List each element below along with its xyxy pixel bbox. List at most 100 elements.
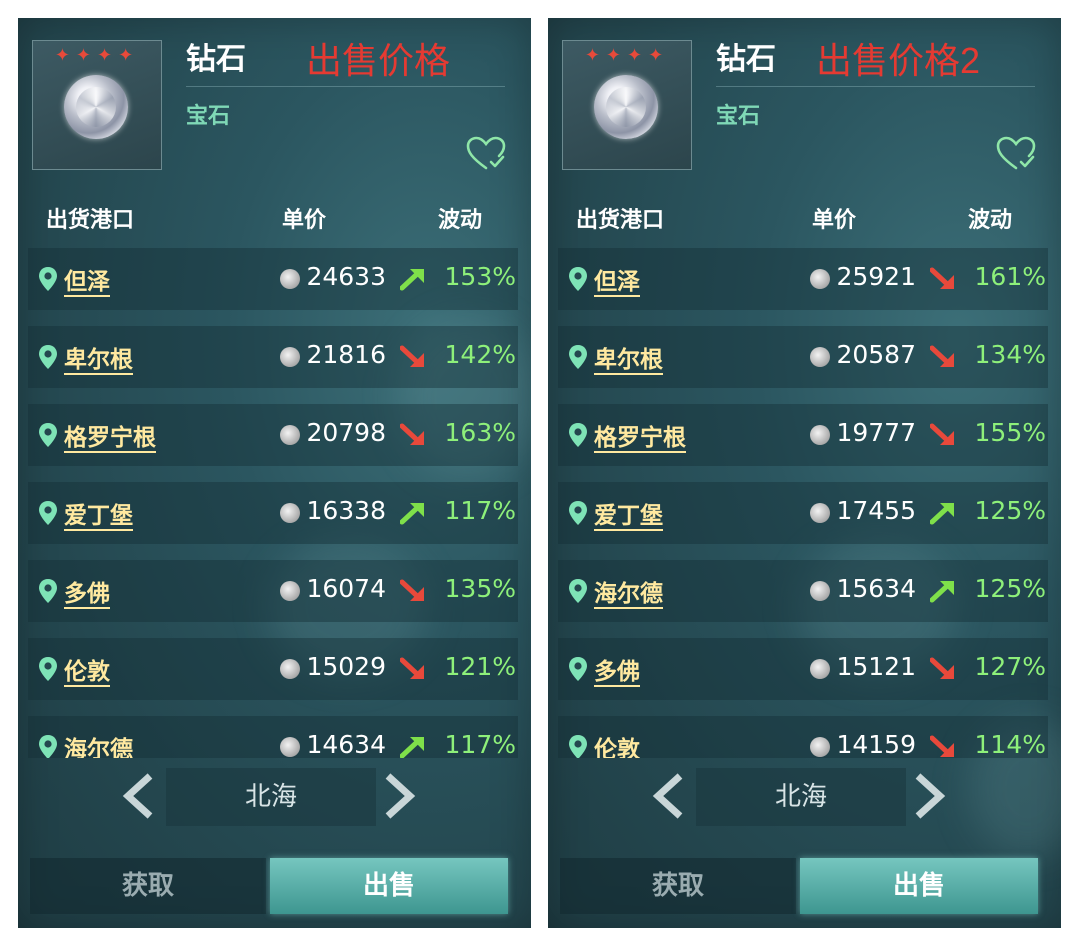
coin-icon bbox=[810, 347, 830, 367]
coin-icon bbox=[280, 269, 300, 289]
port-name-link[interactable]: 海尔德 bbox=[594, 574, 663, 608]
location-pin-icon bbox=[569, 423, 587, 447]
port-name-link[interactable]: 格罗宁根 bbox=[594, 418, 686, 452]
coin-icon bbox=[280, 737, 300, 757]
column-headers: 出货港口 单价 波动 bbox=[548, 202, 1061, 233]
header-price: 单价 bbox=[282, 208, 327, 233]
unit-price: 15634 bbox=[836, 574, 916, 603]
chevron-right-icon[interactable] bbox=[380, 772, 420, 820]
unit-price: 24633 bbox=[306, 262, 386, 291]
unit-price: 16074 bbox=[306, 574, 386, 603]
location-pin-icon bbox=[569, 267, 587, 291]
port-row[interactable]: 海尔德 14634 117% bbox=[28, 716, 518, 758]
port-row[interactable]: 但泽 25921 161% bbox=[558, 248, 1048, 310]
port-name-link[interactable]: 爱丁堡 bbox=[594, 496, 663, 530]
location-pin-icon bbox=[569, 657, 587, 681]
trend-down-icon bbox=[400, 657, 424, 679]
port-name-link[interactable]: 卑尔根 bbox=[64, 340, 133, 374]
diamond-icon bbox=[64, 75, 128, 139]
port-row[interactable]: 多佛 15121 127% bbox=[558, 638, 1048, 700]
price-change: 114% bbox=[974, 730, 1046, 758]
price-change: 127% bbox=[974, 652, 1046, 681]
port-name-link[interactable]: 爱丁堡 bbox=[64, 496, 133, 530]
rarity-stars: ✦✦✦✦ bbox=[584, 45, 670, 66]
port-row[interactable]: 但泽 24633 153% bbox=[28, 248, 518, 310]
trend-down-icon bbox=[930, 735, 954, 757]
unit-price: 14159 bbox=[836, 730, 916, 758]
divider bbox=[716, 86, 1035, 87]
header-change: 波动 bbox=[438, 208, 483, 233]
price-change: 121% bbox=[444, 652, 516, 681]
port-row[interactable]: 海尔德 15634 125% bbox=[558, 560, 1048, 622]
header-port: 出货港口 bbox=[46, 208, 135, 233]
price-change: 134% bbox=[974, 340, 1046, 369]
tab-get[interactable]: 获取 bbox=[560, 858, 796, 914]
trend-down-icon bbox=[930, 345, 954, 367]
tab-get[interactable]: 获取 bbox=[30, 858, 266, 914]
port-name-link[interactable]: 格罗宁根 bbox=[64, 418, 156, 452]
unit-price: 25921 bbox=[836, 262, 916, 291]
region-name: 北海 bbox=[166, 768, 376, 826]
trend-up-icon bbox=[400, 737, 424, 758]
chevron-left-icon[interactable] bbox=[118, 772, 158, 820]
trend-up-icon bbox=[400, 503, 424, 525]
port-row[interactable]: 多佛 16074 135% bbox=[28, 560, 518, 622]
price-change: 142% bbox=[444, 340, 516, 369]
port-name-link[interactable]: 多佛 bbox=[594, 652, 640, 686]
port-row[interactable]: 伦敦 14159 114% bbox=[558, 716, 1048, 758]
port-row[interactable]: 伦敦 15029 121% bbox=[28, 638, 518, 700]
tab-sell[interactable]: 出售 bbox=[800, 858, 1038, 914]
location-pin-icon bbox=[39, 267, 57, 291]
item-name: 钻石 bbox=[716, 42, 776, 77]
trend-up-icon bbox=[400, 269, 424, 291]
rarity-stars: ✦✦✦✦ bbox=[54, 45, 140, 66]
coin-icon bbox=[810, 503, 830, 523]
item-thumbnail[interactable]: ✦✦✦✦ bbox=[562, 40, 692, 170]
coin-icon bbox=[280, 581, 300, 601]
coin-icon bbox=[810, 581, 830, 601]
port-name-link[interactable]: 多佛 bbox=[64, 574, 110, 608]
region-selector: 北海 bbox=[548, 766, 1061, 830]
port-price-list[interactable]: 但泽 25921 161% 卑尔根 20587 134% 格罗宁根 19777 155% 爱丁堡 1… bbox=[558, 248, 1048, 758]
item-name: 钻石 bbox=[186, 42, 246, 77]
port-row[interactable]: 爱丁堡 17455 125% bbox=[558, 482, 1048, 544]
unit-price: 20798 bbox=[306, 418, 386, 447]
trade-panel-left: ✦✦✦✦ 钻石 出售价格 宝石 出货港口 单价 波动 但泽 24633 153% 卑尔… bbox=[18, 18, 531, 928]
coin-icon bbox=[810, 425, 830, 445]
chevron-right-icon[interactable] bbox=[910, 772, 950, 820]
chevron-left-icon[interactable] bbox=[648, 772, 688, 820]
port-row[interactable]: 卑尔根 21816 142% bbox=[28, 326, 518, 388]
heart-check-icon[interactable] bbox=[996, 136, 1036, 172]
port-name-link[interactable]: 卑尔根 bbox=[594, 340, 663, 374]
coin-icon bbox=[810, 269, 830, 289]
column-headers: 出货港口 单价 波动 bbox=[18, 202, 531, 233]
coin-icon bbox=[280, 659, 300, 679]
overlay-label: 出售价格 bbox=[306, 40, 451, 81]
price-change: 117% bbox=[444, 730, 516, 758]
port-name-link[interactable]: 伦敦 bbox=[594, 730, 640, 758]
location-pin-icon bbox=[39, 501, 57, 525]
port-row[interactable]: 格罗宁根 20798 163% bbox=[28, 404, 518, 466]
port-name-link[interactable]: 但泽 bbox=[64, 262, 110, 296]
trend-down-icon bbox=[930, 267, 954, 289]
coin-icon bbox=[810, 737, 830, 757]
port-name-link[interactable]: 但泽 bbox=[594, 262, 640, 296]
port-name-link[interactable]: 伦敦 bbox=[64, 652, 110, 686]
price-change: 153% bbox=[444, 262, 516, 291]
unit-price: 19777 bbox=[836, 418, 916, 447]
tab-sell[interactable]: 出售 bbox=[270, 858, 508, 914]
location-pin-icon bbox=[569, 579, 587, 603]
trend-down-icon bbox=[400, 345, 424, 367]
heart-check-icon[interactable] bbox=[466, 136, 506, 172]
trend-up-icon bbox=[930, 581, 954, 603]
port-name-link[interactable]: 海尔德 bbox=[64, 730, 133, 758]
port-price-list[interactable]: 但泽 24633 153% 卑尔根 21816 142% 格罗宁根 20798 163% 爱丁堡 1… bbox=[28, 248, 518, 758]
location-pin-icon bbox=[569, 345, 587, 369]
header-port: 出货港口 bbox=[576, 208, 665, 233]
port-row[interactable]: 爱丁堡 16338 117% bbox=[28, 482, 518, 544]
location-pin-icon bbox=[39, 657, 57, 681]
port-row[interactable]: 卑尔根 20587 134% bbox=[558, 326, 1048, 388]
coin-icon bbox=[280, 347, 300, 367]
item-thumbnail[interactable]: ✦✦✦✦ bbox=[32, 40, 162, 170]
port-row[interactable]: 格罗宁根 19777 155% bbox=[558, 404, 1048, 466]
